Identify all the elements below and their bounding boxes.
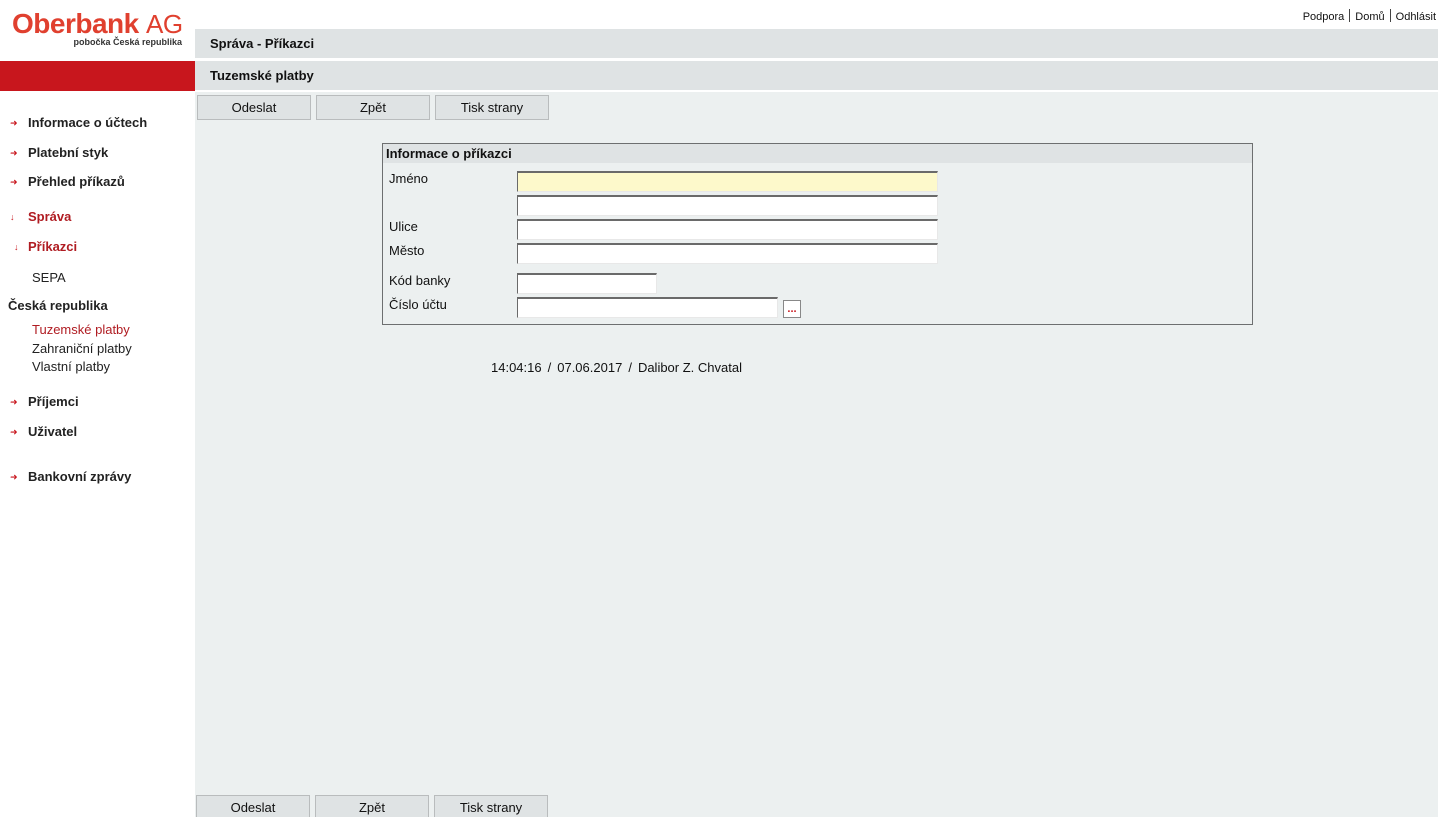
oberbank-logo[interactable]: Oberbank AG pobočka Česká republika xyxy=(12,8,187,48)
name-label: Jméno xyxy=(389,171,429,186)
status-user: Dalibor Z. Chvatal xyxy=(637,360,742,375)
breadcrumb: Správa - Příkazci xyxy=(210,36,315,51)
send-button[interactable]: Odeslat xyxy=(197,95,311,120)
status-time: 14:04:16 xyxy=(491,360,542,375)
section-bar: Tuzemské platby xyxy=(195,61,1438,90)
logo-brand: Oberbank AG xyxy=(12,8,183,39)
arrow-right-icon: ➜ xyxy=(10,148,18,158)
name-field-line2[interactable] xyxy=(517,195,938,216)
send-button-bottom[interactable]: Odeslat xyxy=(196,795,310,817)
print-button[interactable]: Tisk strany xyxy=(435,95,549,120)
arrow-right-icon: ➜ xyxy=(10,177,18,187)
arrow-down-icon: ↓ xyxy=(10,212,15,222)
sidebar: ➜ Informace o účtech ➜ Platební styk ➜ Přeh… xyxy=(0,92,195,817)
sidebar-item-domestic-payments[interactable]: Tuzemské platby xyxy=(32,322,130,337)
arrow-right-icon: ➜ xyxy=(10,397,18,407)
back-button-bottom[interactable]: Zpět xyxy=(315,795,429,817)
bank-code-label: Kód banky xyxy=(389,273,451,288)
sidebar-item-orders-overview[interactable]: ➜ Přehled příkazů xyxy=(10,174,125,189)
status-line: 14:04:16/07.06.2017/Dalibor Z. Chvatal xyxy=(491,360,742,375)
sidebar-item-bank-messages[interactable]: ➜ Bankovní zprávy xyxy=(10,469,131,484)
print-button-bottom[interactable]: Tisk strany xyxy=(434,795,548,817)
bank-code-field[interactable] xyxy=(517,273,657,294)
city-field[interactable] xyxy=(517,243,938,264)
sidebar-item-recipients[interactable]: ➜ Příjemci xyxy=(10,394,79,409)
street-label: Ulice xyxy=(389,219,418,234)
sidebar-item-account-info[interactable]: ➜ Informace o účtech xyxy=(10,115,147,130)
sidebar-item-user[interactable]: ➜ Uživatel xyxy=(10,424,77,439)
sidebar-item-foreign-payments[interactable]: Zahraniční platby xyxy=(32,341,132,356)
arrow-down-icon: ↓ xyxy=(14,242,19,252)
main-content: Odeslat Zpět Tisk strany Informace o pří… xyxy=(195,92,1438,817)
arrow-right-icon: ➜ xyxy=(10,472,18,482)
city-label: Město xyxy=(389,243,425,258)
top-links: Podpora Domů Odhlásit xyxy=(1303,9,1436,23)
home-link[interactable]: Domů xyxy=(1355,11,1384,23)
sidebar-item-payers[interactable]: ↓ Příkazci xyxy=(14,239,77,254)
account-number-field[interactable] xyxy=(517,297,778,318)
payer-info-panel: Informace o příkazci Jméno Ulice Město K… xyxy=(382,143,1253,325)
logo-subtitle: pobočka Česká republika xyxy=(73,37,182,47)
logout-link[interactable]: Odhlásit xyxy=(1396,11,1436,23)
account-picker-button[interactable]: ... xyxy=(783,300,801,318)
link-divider xyxy=(1389,9,1391,22)
arrow-right-icon: ➜ xyxy=(10,427,18,437)
sidebar-group-czech-republic: Česká republika xyxy=(8,298,108,313)
account-number-label: Číslo účtu xyxy=(389,297,447,312)
street-field[interactable] xyxy=(517,219,938,240)
back-button[interactable]: Zpět xyxy=(316,95,430,120)
status-date: 07.06.2017 xyxy=(557,360,623,375)
red-accent-bar xyxy=(0,61,195,91)
support-link[interactable]: Podpora xyxy=(1303,11,1345,23)
panel-title: Informace o příkazci xyxy=(383,144,1252,163)
sidebar-item-payments[interactable]: ➜ Platební styk xyxy=(10,145,108,160)
arrow-right-icon: ➜ xyxy=(10,118,18,128)
link-divider xyxy=(1349,9,1351,22)
section-title: Tuzemské platby xyxy=(210,68,314,83)
breadcrumb-bar: Správa - Příkazci xyxy=(195,29,1438,58)
sidebar-item-own-payments[interactable]: Vlastní platby xyxy=(32,359,110,374)
name-field[interactable] xyxy=(517,171,938,192)
sidebar-item-administration[interactable]: ↓ Správa xyxy=(10,209,71,224)
sidebar-item-sepa[interactable]: SEPA xyxy=(32,270,66,285)
